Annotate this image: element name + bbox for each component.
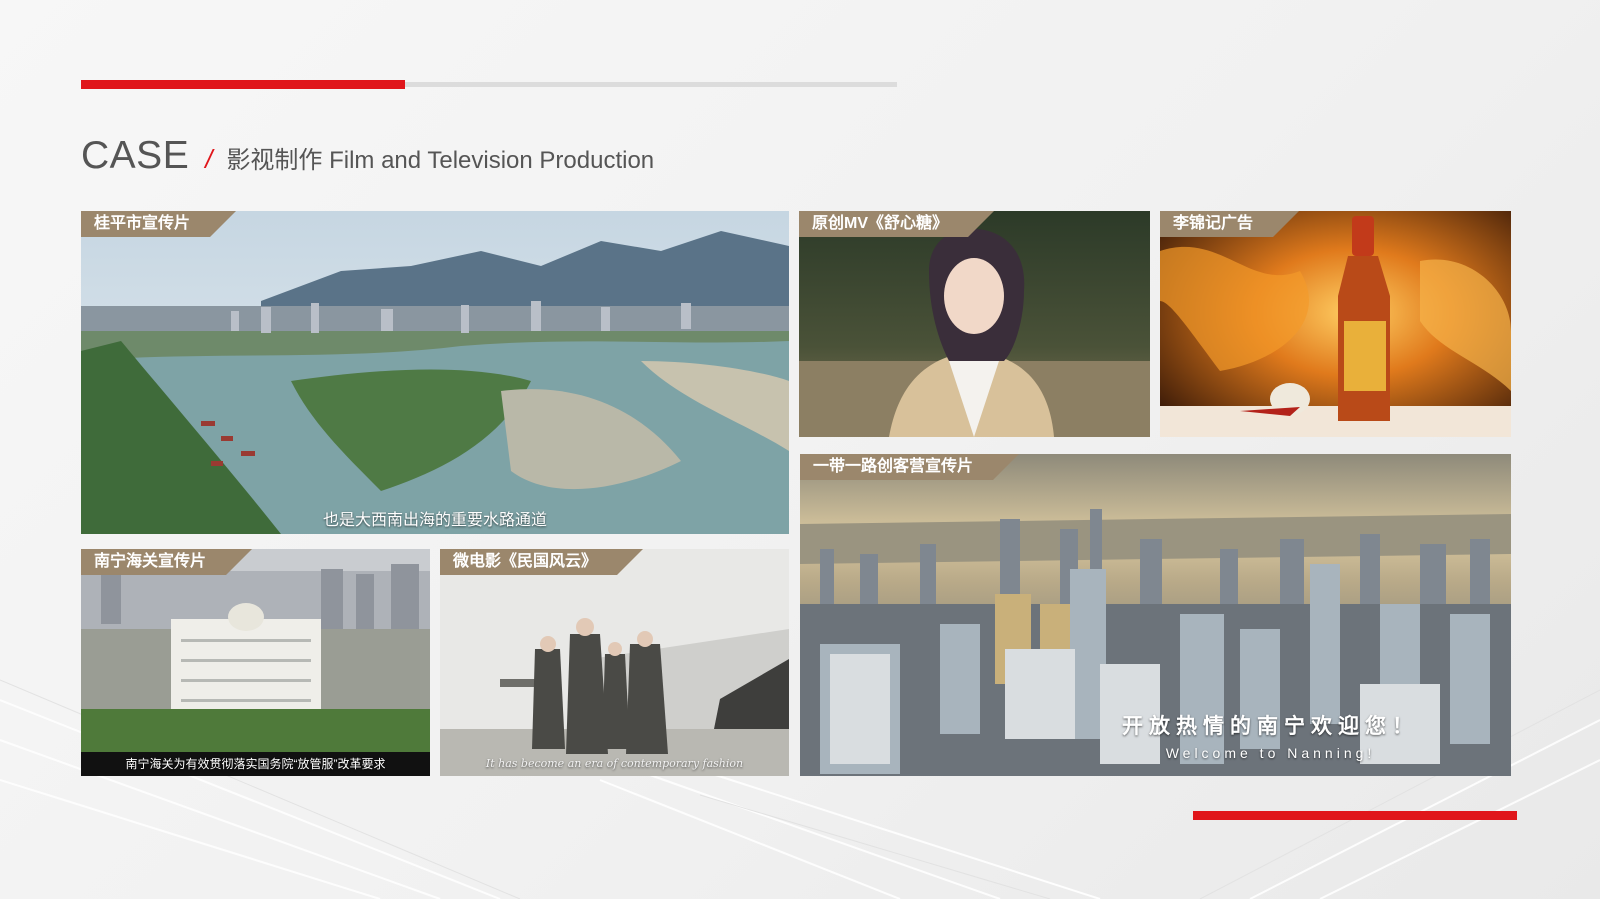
case-tag: 一带一路创客营宣传片 [800,454,1019,480]
case-tag: 桂平市宣传片 [81,211,236,237]
top-red-accent-bar [81,80,405,89]
page-title: CASE [81,134,190,177]
customs-building-image [81,549,430,776]
page-heading: CASE / 影视制作 Film and Television Producti… [81,134,654,184]
video-subtitle: 开放热情的南宁欢迎您！ [1122,715,1419,738]
singer-portrait-image [799,211,1150,437]
case-tag: 南宁海关宣传片 [81,549,252,575]
aerial-river-city-image [81,211,789,534]
case-tag: 微电影《民国风云》 [440,549,643,575]
page-subtitle: 影视制作 Film and Television Production [226,147,655,174]
case-tag: 原创MV《舒心糖》 [799,211,994,237]
case-tile-guiping[interactable]: 桂平市宣传片 也是大西南出海的重要水路通道 [81,211,789,534]
case-tile-micro-film[interactable]: 微电影《民国风云》 It has become an era of contem… [440,549,789,776]
video-subtitle-en: Welcome to Nanning! [1165,745,1376,761]
case-tile-lee-kum-kee[interactable]: 李锦记广告 [1160,211,1511,437]
case-tile-belt-road[interactable]: 一带一路创客营宣传片 开放热情的南宁欢迎您！ Welcome to Nannin… [800,454,1511,776]
video-subtitle: It has become an era of contemporary fas… [485,757,744,770]
sauce-bottle-fire-image [1160,211,1511,437]
case-tile-mv[interactable]: 原创MV《舒心糖》 [799,211,1150,437]
top-grey-divider [405,82,897,87]
bottom-red-accent-bar [1193,811,1517,820]
period-film-soldiers-image [440,549,789,776]
title-separator: / [205,144,213,174]
video-subtitle: 也是大西南出海的重要水路通道 [322,512,547,529]
video-subtitle: 南宁海关为有效贯彻落实国务院“放管服”改革要求 [125,757,386,771]
case-tile-nanning-customs[interactable]: 南宁海关宣传片 南宁海关为有效贯彻落实国务院“放管服”改革要求 [81,549,430,776]
